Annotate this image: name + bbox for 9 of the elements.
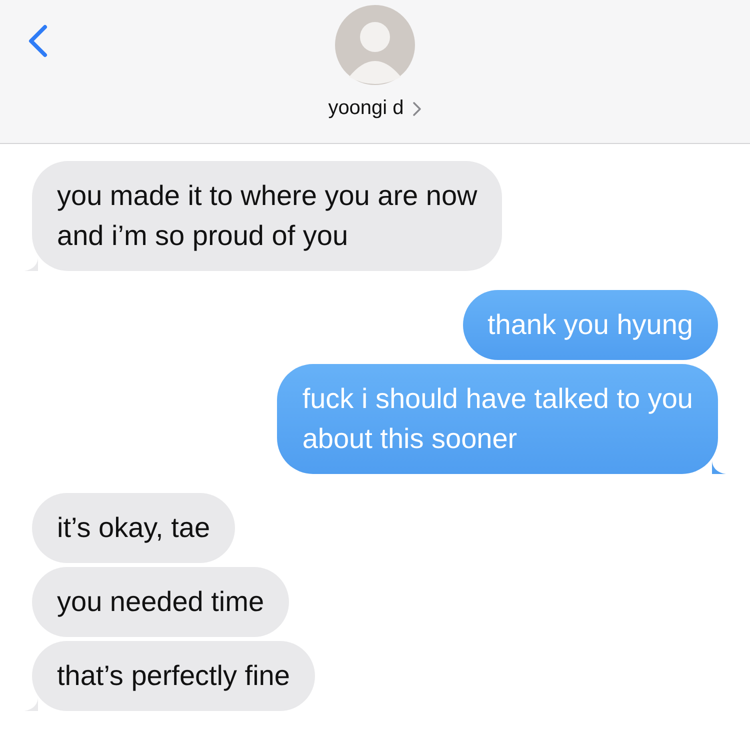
sent-message: fuck i should have talked to you about this sooner [277,364,718,474]
chevron-icon[interactable] [412,100,422,116]
received-message: you needed time [32,567,290,637]
received-message: you made it to where you are now and i’m so proud of you [32,161,502,271]
received-message: it’s okay, tae [32,493,236,563]
contact-name[interactable]: yoongi d [328,97,404,120]
received-message: that’s perfectly fine [32,641,315,711]
sent-message: thank you hyung [462,290,718,360]
back-icon[interactable] [28,24,48,58]
